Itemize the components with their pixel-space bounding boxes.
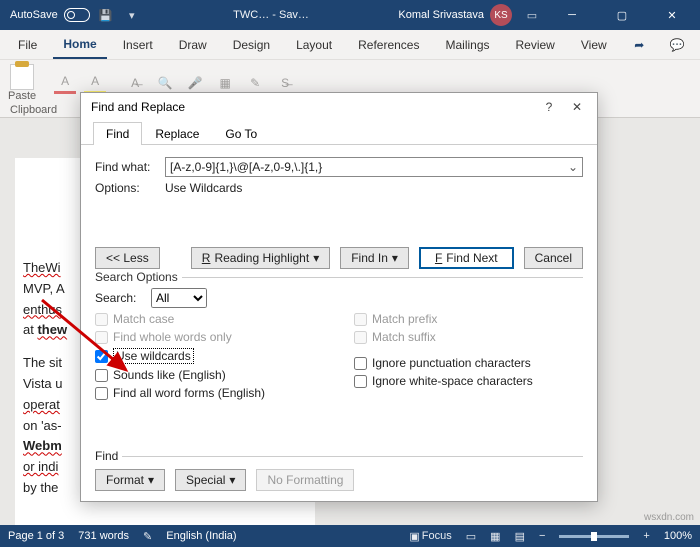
dialog-tab-goto[interactable]: Go To bbox=[212, 122, 270, 145]
match-suffix-checkbox: Match suffix bbox=[354, 330, 583, 344]
dialog-tabs: Find Replace Go To bbox=[81, 121, 597, 145]
dialog-tab-find[interactable]: Find bbox=[93, 122, 142, 145]
no-formatting-button: No Formatting bbox=[256, 469, 354, 491]
ignore-punctuation-checkbox[interactable]: Ignore punctuation characters bbox=[354, 356, 583, 370]
doc-text: on 'as- bbox=[23, 418, 62, 433]
save-icon[interactable]: 💾 bbox=[98, 7, 114, 23]
ignore-whitespace-checkbox[interactable]: Ignore white-space characters bbox=[354, 374, 583, 388]
tab-mailings[interactable]: Mailings bbox=[435, 32, 499, 58]
tab-draw[interactable]: Draw bbox=[169, 32, 217, 58]
dialog-tab-replace[interactable]: Replace bbox=[142, 122, 212, 145]
status-language[interactable]: English (India) bbox=[166, 530, 236, 542]
find-next-button[interactable]: FFind Next bbox=[419, 247, 514, 269]
status-words[interactable]: 731 words bbox=[78, 530, 129, 542]
status-bar: Page 1 of 3 731 words ✎ English (India) … bbox=[0, 525, 700, 547]
tab-review[interactable]: Review bbox=[506, 32, 565, 58]
pen-icon[interactable]: ✎ bbox=[244, 72, 266, 94]
view-read-icon[interactable]: ▭ bbox=[466, 530, 476, 543]
cancel-button[interactable]: Cancel bbox=[524, 247, 583, 269]
find-and-replace-dialog: Find and Replace ? ✕ Find Replace Go To … bbox=[80, 92, 598, 502]
dialog-close-icon[interactable]: ✕ bbox=[563, 100, 591, 114]
tab-layout[interactable]: Layout bbox=[286, 32, 342, 58]
find-what-value: [A-z,0-9]{1,}\@[A-z,0-9,\.]{1,} bbox=[170, 160, 322, 174]
reading-highlight-button[interactable]: RReading Highlight ▾ bbox=[191, 247, 330, 269]
watermark: wsxdn.com bbox=[644, 512, 694, 523]
match-prefix-checkbox: Match prefix bbox=[354, 312, 583, 326]
tab-design[interactable]: Design bbox=[223, 32, 280, 58]
font-color-icon[interactable]: A bbox=[54, 72, 76, 94]
tab-home[interactable]: Home bbox=[53, 31, 106, 59]
doc-text: Webm bbox=[23, 438, 62, 453]
match-case-checkbox: Match case bbox=[95, 312, 324, 326]
strikethrough-icon[interactable]: S̶ bbox=[274, 72, 296, 94]
find-in-button[interactable]: Find In ▾ bbox=[340, 247, 409, 269]
dictate-icon[interactable]: 🎤 bbox=[184, 72, 206, 94]
view-print-icon[interactable]: ▦ bbox=[490, 530, 500, 543]
doc-text: at bbox=[23, 322, 37, 337]
find-what-dropdown-icon[interactable]: ⌄ bbox=[568, 160, 578, 174]
status-spellcheck-icon[interactable]: ✎ bbox=[143, 530, 152, 543]
zoom-slider[interactable] bbox=[559, 535, 629, 538]
less-button[interactable]: << Less bbox=[95, 247, 160, 269]
view-web-icon[interactable]: ▤ bbox=[515, 530, 525, 543]
options-value: Use Wildcards bbox=[165, 181, 242, 195]
document-title: TWC… - Sav… bbox=[152, 9, 391, 21]
search-direction-label: Search: bbox=[95, 291, 143, 305]
doc-text: enthus bbox=[23, 302, 62, 317]
tab-view[interactable]: View bbox=[571, 32, 617, 58]
use-wildcards-checkbox[interactable]: Use wildcards bbox=[95, 348, 324, 364]
find-what-input[interactable]: [A-z,0-9]{1,}\@[A-z,0-9,\.]{1,} ⌄ bbox=[165, 157, 583, 177]
status-page[interactable]: Page 1 of 3 bbox=[8, 530, 64, 542]
window-titlebar: AutoSave 💾 ▾ TWC… - Sav… Komal Srivastav… bbox=[0, 0, 700, 30]
options-label: Options: bbox=[95, 181, 157, 195]
search-direction-select[interactable]: All bbox=[151, 288, 207, 308]
special-button[interactable]: Special ▾ bbox=[175, 469, 246, 491]
share-icon[interactable]: ➦ bbox=[624, 38, 654, 52]
tab-file[interactable]: File bbox=[8, 32, 47, 58]
table-icon[interactable]: ▦ bbox=[214, 72, 236, 94]
user-initials: KS bbox=[490, 4, 512, 26]
doc-text: MVP, A bbox=[23, 281, 65, 296]
zoom-in-icon[interactable]: + bbox=[643, 530, 649, 542]
clipboard-icon bbox=[10, 64, 34, 90]
clipboard-group-label: Clipboard bbox=[10, 104, 57, 116]
whole-words-checkbox: Find whole words only bbox=[95, 330, 324, 344]
close-icon[interactable]: ✕ bbox=[652, 0, 692, 30]
dialog-title: Find and Replace bbox=[91, 100, 185, 114]
autosave-label: AutoSave bbox=[10, 9, 58, 21]
zoom-level[interactable]: 100% bbox=[664, 530, 692, 542]
doc-text: Vista u bbox=[23, 376, 63, 391]
find-section-legend: Find bbox=[95, 449, 122, 463]
focus-mode-button[interactable]: ▣ Focus bbox=[409, 530, 451, 543]
autosave-toggle[interactable] bbox=[64, 8, 90, 22]
dialog-help-icon[interactable]: ? bbox=[535, 100, 563, 114]
format-button[interactable]: Format ▾ bbox=[95, 469, 165, 491]
ribbon-tabs: File Home Insert Draw Design Layout Refe… bbox=[0, 30, 700, 60]
maximize-icon[interactable]: ▢ bbox=[602, 0, 642, 30]
search-options-legend: Search Options bbox=[95, 270, 182, 284]
doc-text: The sit bbox=[23, 355, 62, 370]
paste-label: Paste bbox=[8, 90, 36, 102]
ribbon-display-icon[interactable]: ▭ bbox=[524, 7, 540, 23]
minimize-icon[interactable]: ─ bbox=[552, 0, 592, 30]
user-name: Komal Srivastava bbox=[398, 9, 484, 21]
sounds-like-checkbox[interactable]: Sounds like (English) bbox=[95, 368, 324, 382]
comments-icon[interactable]: 💬 bbox=[662, 38, 692, 52]
doc-text: or indi bbox=[23, 459, 58, 474]
doc-text: by the bbox=[23, 480, 58, 495]
qat-more-icon[interactable]: ▾ bbox=[124, 7, 140, 23]
clear-formatting-icon[interactable]: A̶ bbox=[124, 72, 146, 94]
doc-text: TheWi bbox=[23, 260, 61, 275]
all-word-forms-checkbox[interactable]: Find all word forms (English) bbox=[95, 386, 324, 400]
highlight-icon[interactable]: A bbox=[84, 72, 106, 94]
doc-text: operat bbox=[23, 397, 60, 412]
find-icon[interactable]: 🔍 bbox=[154, 72, 176, 94]
zoom-out-icon[interactable]: − bbox=[539, 530, 545, 542]
tab-references[interactable]: References bbox=[348, 32, 429, 58]
tab-insert[interactable]: Insert bbox=[113, 32, 163, 58]
account-area[interactable]: Komal Srivastava KS bbox=[398, 4, 512, 26]
paste-button[interactable]: Paste bbox=[8, 64, 36, 102]
doc-text: thew bbox=[37, 322, 67, 337]
find-what-label: Find what: bbox=[95, 160, 157, 174]
